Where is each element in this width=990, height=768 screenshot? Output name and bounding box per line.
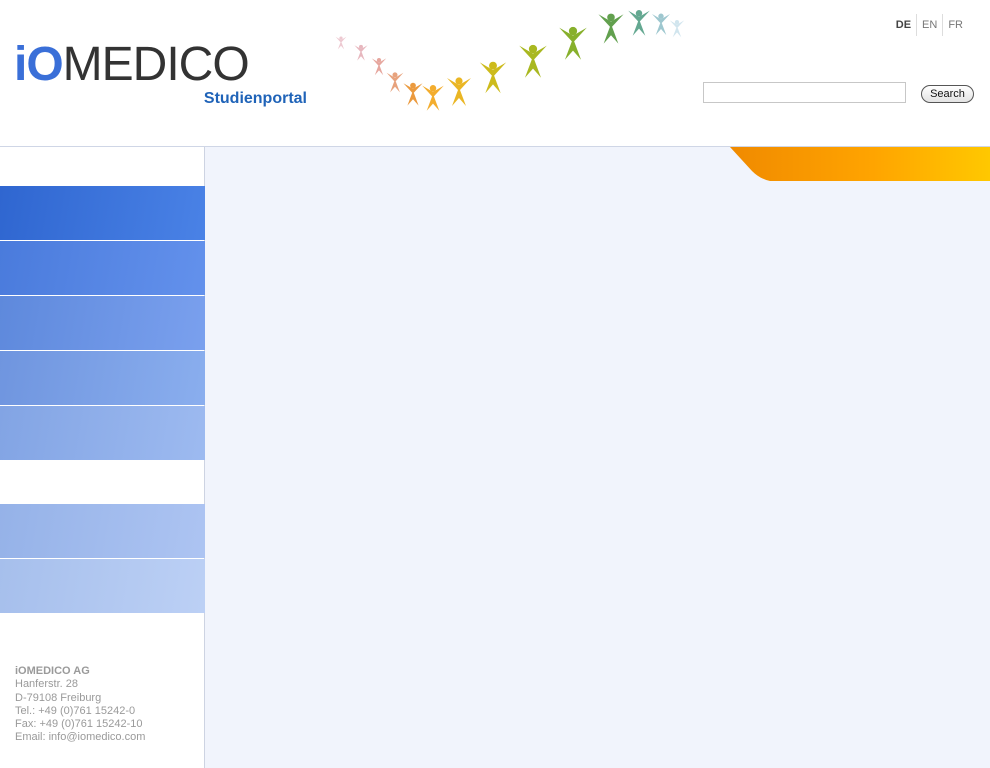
sidebar-item-7[interactable] (0, 559, 205, 613)
sidebar-item-3[interactable] (0, 296, 205, 350)
sidebar-item-5[interactable] (0, 406, 205, 460)
search-input[interactable] (703, 82, 906, 103)
sidebar-item-2[interactable] (0, 241, 205, 295)
sidebar-item-4[interactable] (0, 351, 205, 405)
header: iOMEDICO Studienportal DE EN FR Search (0, 0, 990, 147)
language-switcher: DE EN FR (891, 14, 968, 36)
address-city: D-79108 Freiburg (15, 691, 102, 704)
address-email: Email: info@iomedico.com (15, 731, 146, 744)
lang-de-link[interactable]: DE (891, 14, 916, 36)
search-button[interactable]: Search (921, 85, 974, 103)
main-content (205, 147, 990, 768)
company-name: iOMEDICO AG (15, 665, 90, 677)
address-street: Hanferstr. 28 (15, 678, 78, 691)
address-tel: Tel.: +49 (0)761 15242-0 (15, 704, 136, 717)
sidebar-item-1[interactable] (0, 186, 205, 240)
orange-decorative-tab (730, 147, 990, 181)
sidebar-item-6[interactable] (0, 504, 205, 558)
address-fax: Fax: +49 (0)761 15242-10 (15, 718, 143, 731)
company-address: iOMEDICO AG Hanferstr. 28 D-79108 Freibu… (15, 665, 145, 745)
logo-subtitle: Studienportal (203, 90, 307, 107)
lang-fr-link[interactable]: FR (942, 14, 968, 36)
logo-io: iO (14, 38, 64, 91)
logo-medico: MEDICO (62, 38, 250, 91)
lang-en-link[interactable]: EN (916, 14, 942, 36)
iomedico-logo[interactable]: iOMEDICO Studienportal (14, 40, 314, 112)
logo-wordmark: iOMEDICO (14, 38, 250, 91)
people-arc-graphic (335, 10, 685, 111)
